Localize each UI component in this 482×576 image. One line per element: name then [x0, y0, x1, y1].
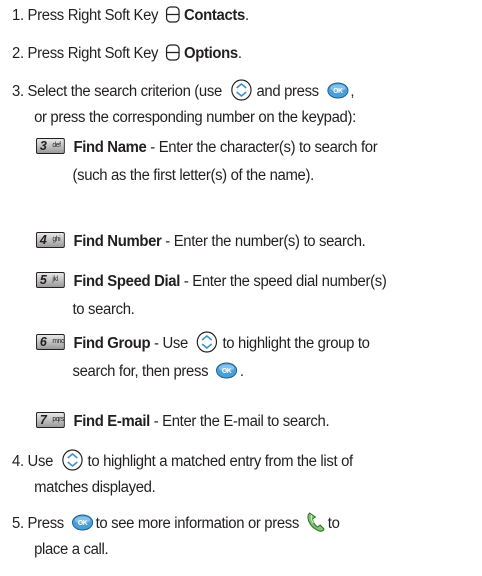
option-title: Find Speed Dial [73, 273, 181, 290]
key-letters: pqrs [52, 415, 65, 423]
key-digit: 5 [39, 271, 47, 287]
option-desc: - Enter the E-mail to search. [149, 413, 330, 430]
keypad-6-key-icon: 6 mno [36, 333, 65, 350]
step-1: 1. Press Right Soft Key Contacts. [12, 3, 456, 29]
step-keyword: Options [184, 45, 238, 62]
option-find-speed-dial: 5 jkl Find Speed Dial - Enter the speed di… [36, 268, 458, 324]
option-find-name: 3 def Find Name - Enter the character(s) t… [36, 134, 458, 190]
option-title: Find Name [73, 139, 147, 156]
step-2: 2. Press Right Soft Key Options. [12, 41, 456, 67]
option-desc: - Enter the character(s) to search for [146, 139, 378, 156]
keypad-4-key-icon: 4 ghi [36, 231, 65, 248]
option-title: Find Group [73, 335, 151, 352]
option-desc-continuation: (such as the first letter(s) of the name… [72, 167, 314, 184]
step-keyword: Contacts [184, 7, 245, 24]
option-punct: . [239, 363, 244, 380]
keypad-7-key-icon: 7 pqrs [36, 411, 65, 428]
ok-key-icon [326, 82, 348, 99]
option-title: Find E-mail [73, 413, 150, 430]
step-continuation: or press the corresponding number on the… [34, 109, 356, 126]
step-text-mid: to see more information or press [95, 515, 300, 533]
key-digit: 3 [39, 137, 47, 153]
option-desc: - Use [150, 335, 188, 352]
step-number: 2. [12, 45, 24, 62]
instruction-page: 1. Press Right Soft Key Contacts. 2. Pre… [0, 0, 482, 576]
step-continuation: place a call. [34, 541, 109, 559]
step-punct: . [237, 45, 242, 62]
step-number: 1. [12, 7, 24, 24]
keypad-5-key-icon: 5 jkl [36, 271, 65, 288]
navigation-key-icon [197, 331, 218, 353]
key-letters: ghi [52, 235, 61, 243]
step-punct: , [350, 83, 355, 100]
key-letters: def [52, 141, 61, 149]
option-find-group: 6 mno Find Group - Use to highlight the gr… [36, 330, 458, 386]
step-text-post: to [327, 515, 340, 533]
step-text: Select the search criterion (use [27, 83, 223, 100]
step-text-post: to highlight a matched entry from the li… [87, 453, 354, 470]
option-title: Find Number [73, 233, 162, 250]
option-find-number: 4 ghi Find Number - Enter the number(s) to… [36, 228, 458, 256]
option-desc-continuation: to search. [72, 301, 135, 318]
right-soft-key-icon [166, 44, 180, 61]
keypad-3-key-icon: 3 def [36, 137, 65, 154]
key-digit: 7 [39, 411, 47, 427]
step-punct: . [244, 7, 249, 24]
navigation-key-icon [231, 79, 252, 101]
step-text: Press [27, 515, 65, 533]
navigation-key-icon [62, 449, 83, 471]
send-key-icon [306, 511, 325, 533]
step-text: Press Right Soft Key [27, 7, 159, 24]
ok-key-icon [72, 514, 94, 531]
step-continuation: matches displayed. [34, 479, 156, 496]
step-number: 4. [12, 453, 24, 470]
option-desc-continuation: search for, then press . [36, 358, 458, 386]
option-find-email: 7 pqrs Find E-mail - Enter the E-mail to s… [36, 408, 458, 436]
step-3: 3. Select the search criterion (use and … [12, 79, 456, 131]
step-text: Press Right Soft Key [27, 45, 159, 62]
option-desc: - Enter the speed dial number(s) [180, 273, 387, 290]
option-desc-line2: search for, then press [72, 363, 209, 380]
right-soft-key-icon [166, 6, 180, 23]
key-letters: mno [52, 337, 65, 345]
step-number: 3. [12, 83, 24, 100]
key-letters: jkl [52, 275, 58, 283]
step-number: 5. [12, 515, 24, 533]
key-digit: 4 [39, 231, 47, 247]
step-text-mid: and press [256, 83, 319, 100]
option-desc-mid: to highlight the group to [222, 335, 370, 352]
key-digit: 6 [39, 333, 47, 349]
step-text: Use [27, 453, 54, 470]
step-4: 4. Use to highlight a matched entry from… [12, 449, 456, 501]
option-desc: - Enter the number(s) to search. [161, 233, 366, 250]
step-5: 5. Press to see more information or pres… [12, 511, 456, 563]
ok-key-icon [216, 362, 238, 379]
